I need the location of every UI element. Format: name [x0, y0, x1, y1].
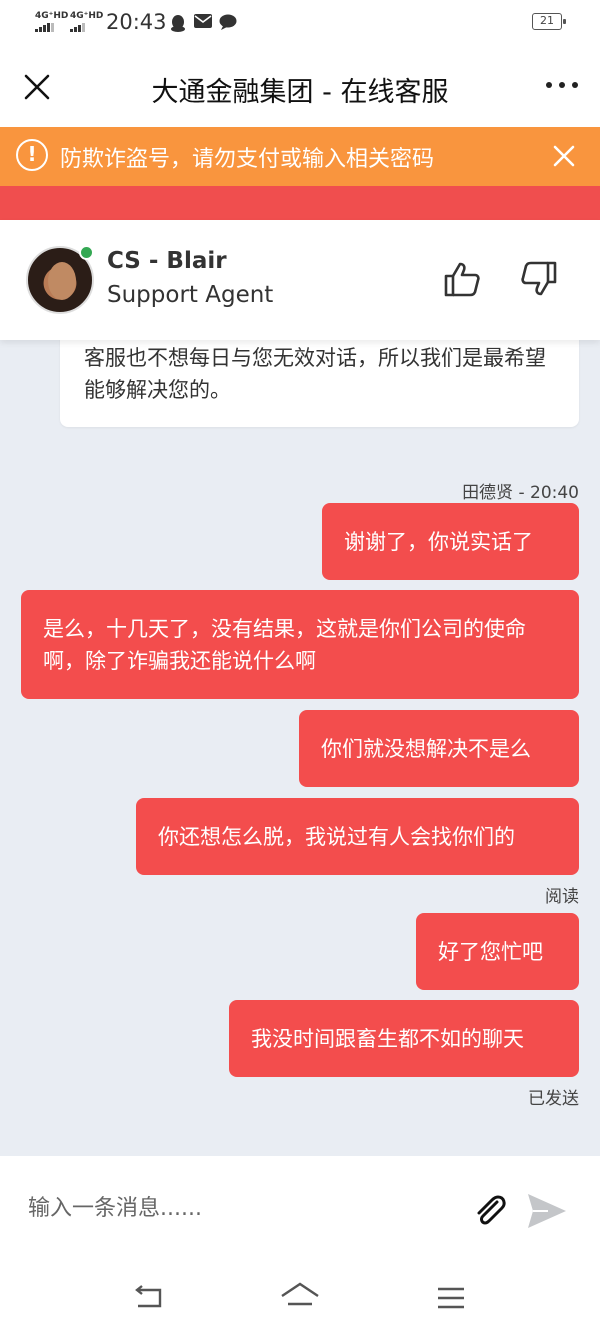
chat-header: 大通金融集团 - 在线客服 [0, 46, 600, 128]
banner-close-icon[interactable] [553, 145, 575, 167]
message-text: 你还想怎么脱，我说过有人会找你们的 [158, 824, 515, 849]
message-composer [0, 1156, 600, 1266]
message-icon [219, 14, 237, 30]
read-status: 阅读 [545, 887, 579, 907]
status-time: 20:43 [106, 10, 167, 34]
header-accent-band [0, 186, 600, 220]
warning-text: 防欺诈盗号，请勿支付或输入相关密码 [60, 147, 435, 172]
agent-name: CS - Blair [107, 248, 227, 274]
status-bar: 4G⁺HD 4G⁺HD 20:43 21 [0, 0, 600, 46]
online-status-dot [79, 245, 94, 260]
system-nav-bar [0, 1266, 600, 1333]
battery-indicator: 21 [532, 13, 566, 30]
agent-card: CS - Blair Support Agent [0, 220, 600, 340]
home-nav-icon[interactable] [280, 1282, 320, 1310]
signal-icon-sim2: 4G⁺HD [70, 12, 103, 32]
sent-status: 已发送 [528, 1089, 579, 1109]
message-text: 我没时间跟畜生都不如的聊天 [251, 1026, 524, 1051]
close-icon[interactable] [24, 74, 50, 100]
message-input[interactable] [18, 1186, 448, 1230]
signal-icon-sim1: 4G⁺HD [35, 12, 68, 32]
agent-role: Support Agent [107, 282, 274, 308]
thumbs-down-icon[interactable] [520, 260, 558, 298]
message-sender-time: 田德贤 - 20:40 [462, 483, 579, 503]
menu-nav-icon[interactable] [436, 1286, 466, 1310]
network-label-1: 4G⁺HD [35, 11, 69, 21]
user-message-bubble: 我没时间跟畜生都不如的聊天 [229, 1000, 579, 1077]
anti-fraud-banner: ! 防欺诈盗号，请勿支付或输入相关密码 [0, 127, 600, 186]
user-message-bubble: 是么，十几天了，没有结果，这就是你们公司的使命啊，除了诈骗我还能说什么啊 [21, 590, 579, 699]
message-text: 是么，十几天了，没有结果，这就是你们公司的使命啊，除了诈骗我还能说什么啊 [43, 616, 526, 673]
message-text: 谢谢了，你说实话了 [344, 529, 533, 554]
user-message-bubble: 你们就没想解决不是么 [299, 710, 579, 787]
page-title: 大通金融集团 - 在线客服 [151, 77, 449, 108]
warning-icon: ! [16, 139, 48, 171]
network-label-2: 4G⁺HD [70, 11, 104, 21]
mail-icon [194, 14, 212, 28]
agent-message-text: 客服也不想每日与您无效对话，所以我们是最希望能够解决您的。 [84, 346, 546, 402]
paperclip-icon[interactable] [472, 1192, 510, 1230]
thumbs-up-icon[interactable] [443, 260, 481, 298]
user-message-bubble: 你还想怎么脱，我说过有人会找你们的 [136, 798, 579, 875]
user-message-bubble: 谢谢了，你说实话了 [322, 503, 579, 580]
qq-icon [171, 15, 185, 32]
user-message-bubble: 好了您忙吧 [416, 913, 579, 990]
message-text: 好了您忙吧 [438, 939, 543, 964]
back-nav-icon[interactable] [134, 1284, 164, 1310]
more-options-icon[interactable] [546, 82, 578, 92]
message-text: 你们就没想解决不是么 [321, 736, 531, 761]
send-icon[interactable] [526, 1192, 568, 1230]
